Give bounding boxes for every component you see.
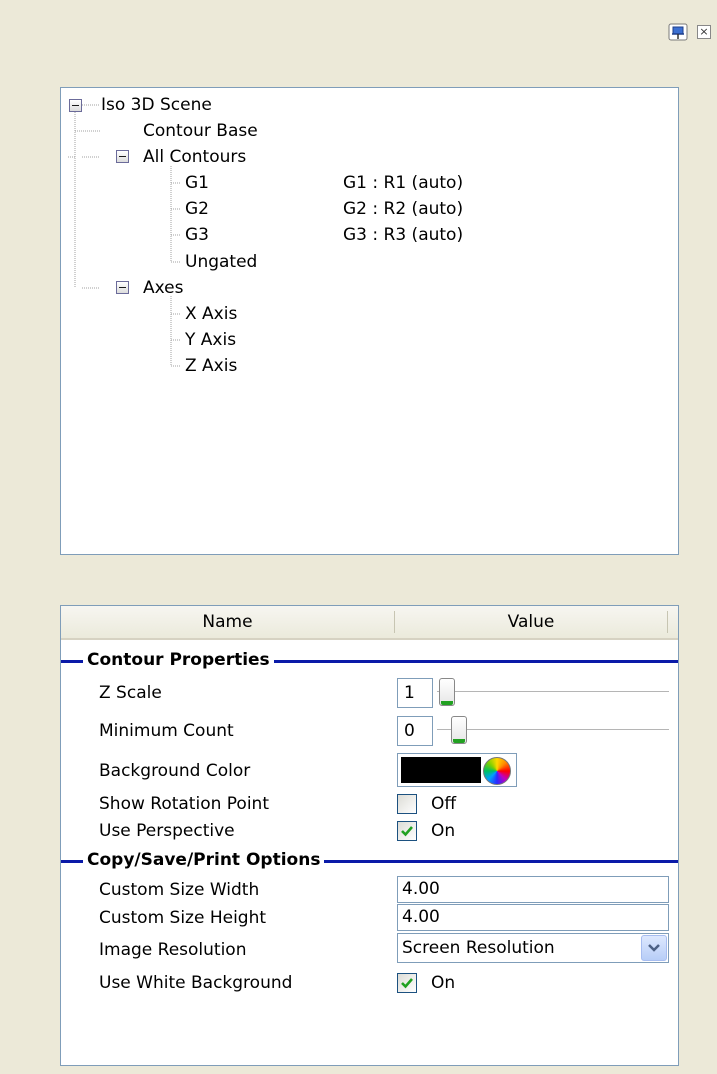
use-white-background-state: On [431, 973, 456, 993]
prop-label-background-color: Background Color [99, 761, 251, 781]
prop-label-show-rotation-point: Show Rotation Point [99, 794, 269, 814]
tree-value-g2: G2 : R2 (auto) [343, 199, 464, 219]
chevron-down-icon [648, 944, 660, 952]
prop-label-image-resolution: Image Resolution [99, 940, 247, 960]
tree-node-contour-base[interactable]: Contour Base [143, 120, 258, 142]
scene-tree: Iso 3D Scene Contour Base All Contours G… [60, 87, 679, 555]
check-icon [401, 826, 413, 837]
show-rotation-point-checkbox[interactable] [397, 794, 417, 814]
prop-label-use-perspective: Use Perspective [99, 821, 235, 841]
prop-label-z-scale: Z Scale [99, 683, 162, 703]
category-copy-save-print-options[interactable]: Copy/Save/Print Options [61, 849, 678, 871]
tree-node-z-axis[interactable]: Z Axis [185, 355, 237, 377]
custom-size-width-input[interactable]: 4.00 [397, 876, 669, 903]
collapse-icon[interactable] [116, 150, 129, 163]
tree-node-ungated[interactable]: Ungated [185, 251, 257, 273]
property-grid: Name Value Contour Properties Z Scale 1 … [60, 605, 679, 1066]
panel-controls: × [667, 22, 711, 42]
image-resolution-value: Screen Resolution [402, 938, 555, 958]
dropdown-button[interactable] [641, 935, 667, 961]
prop-label-minimum-count: Minimum Count [99, 721, 234, 741]
tree-node-g1[interactable]: G1 [185, 172, 209, 194]
category-label: Contour Properties [83, 649, 274, 671]
custom-size-height-input[interactable]: 4.00 [397, 904, 669, 931]
header-name[interactable]: Name [61, 606, 394, 638]
minimum-count-slider-thumb[interactable] [451, 716, 467, 744]
prop-label-custom-size-width: Custom Size Width [99, 880, 260, 900]
tree-node-iso-3d-scene[interactable]: Iso 3D Scene [101, 94, 212, 116]
prop-label-use-white-background: Use White Background [99, 973, 293, 993]
use-perspective-state: On [431, 821, 456, 841]
z-scale-input[interactable]: 1 [397, 678, 433, 708]
color-swatch [401, 757, 481, 783]
color-wheel-icon[interactable] [483, 757, 511, 785]
use-perspective-checkbox[interactable] [397, 821, 417, 841]
collapse-icon[interactable] [116, 281, 129, 294]
z-scale-slider-thumb[interactable] [439, 678, 455, 706]
minimum-count-slider-track[interactable] [437, 729, 669, 731]
header-value[interactable]: Value [395, 606, 667, 638]
prop-label-custom-size-height: Custom Size Height [99, 908, 267, 928]
tree-node-g2[interactable]: G2 [185, 198, 209, 220]
use-white-background-checkbox[interactable] [397, 973, 417, 993]
tree-node-all-contours[interactable]: All Contours [143, 146, 246, 168]
grid-header: Name Value [61, 606, 678, 640]
background-color-picker[interactable] [397, 753, 517, 787]
tree-node-x-axis[interactable]: X Axis [185, 303, 237, 325]
tree-node-g3[interactable]: G3 [185, 224, 209, 246]
category-contour-properties[interactable]: Contour Properties [61, 649, 678, 671]
close-icon[interactable]: × [697, 25, 711, 39]
tree-node-y-axis[interactable]: Y Axis [185, 329, 236, 351]
header-divider [667, 611, 668, 633]
minimum-count-input[interactable]: 0 [397, 716, 433, 746]
pin-icon[interactable] [667, 22, 689, 42]
check-icon [401, 978, 413, 989]
z-scale-slider-track[interactable] [437, 691, 669, 693]
collapse-icon[interactable] [69, 99, 82, 112]
category-label: Copy/Save/Print Options [83, 849, 325, 871]
tree-value-g3: G3 : R3 (auto) [343, 225, 464, 245]
tree-value-g1: G1 : R1 (auto) [343, 173, 464, 193]
tree-node-axes[interactable]: Axes [143, 277, 183, 299]
show-rotation-point-state: Off [431, 794, 457, 814]
image-resolution-select[interactable]: Screen Resolution [397, 933, 669, 963]
